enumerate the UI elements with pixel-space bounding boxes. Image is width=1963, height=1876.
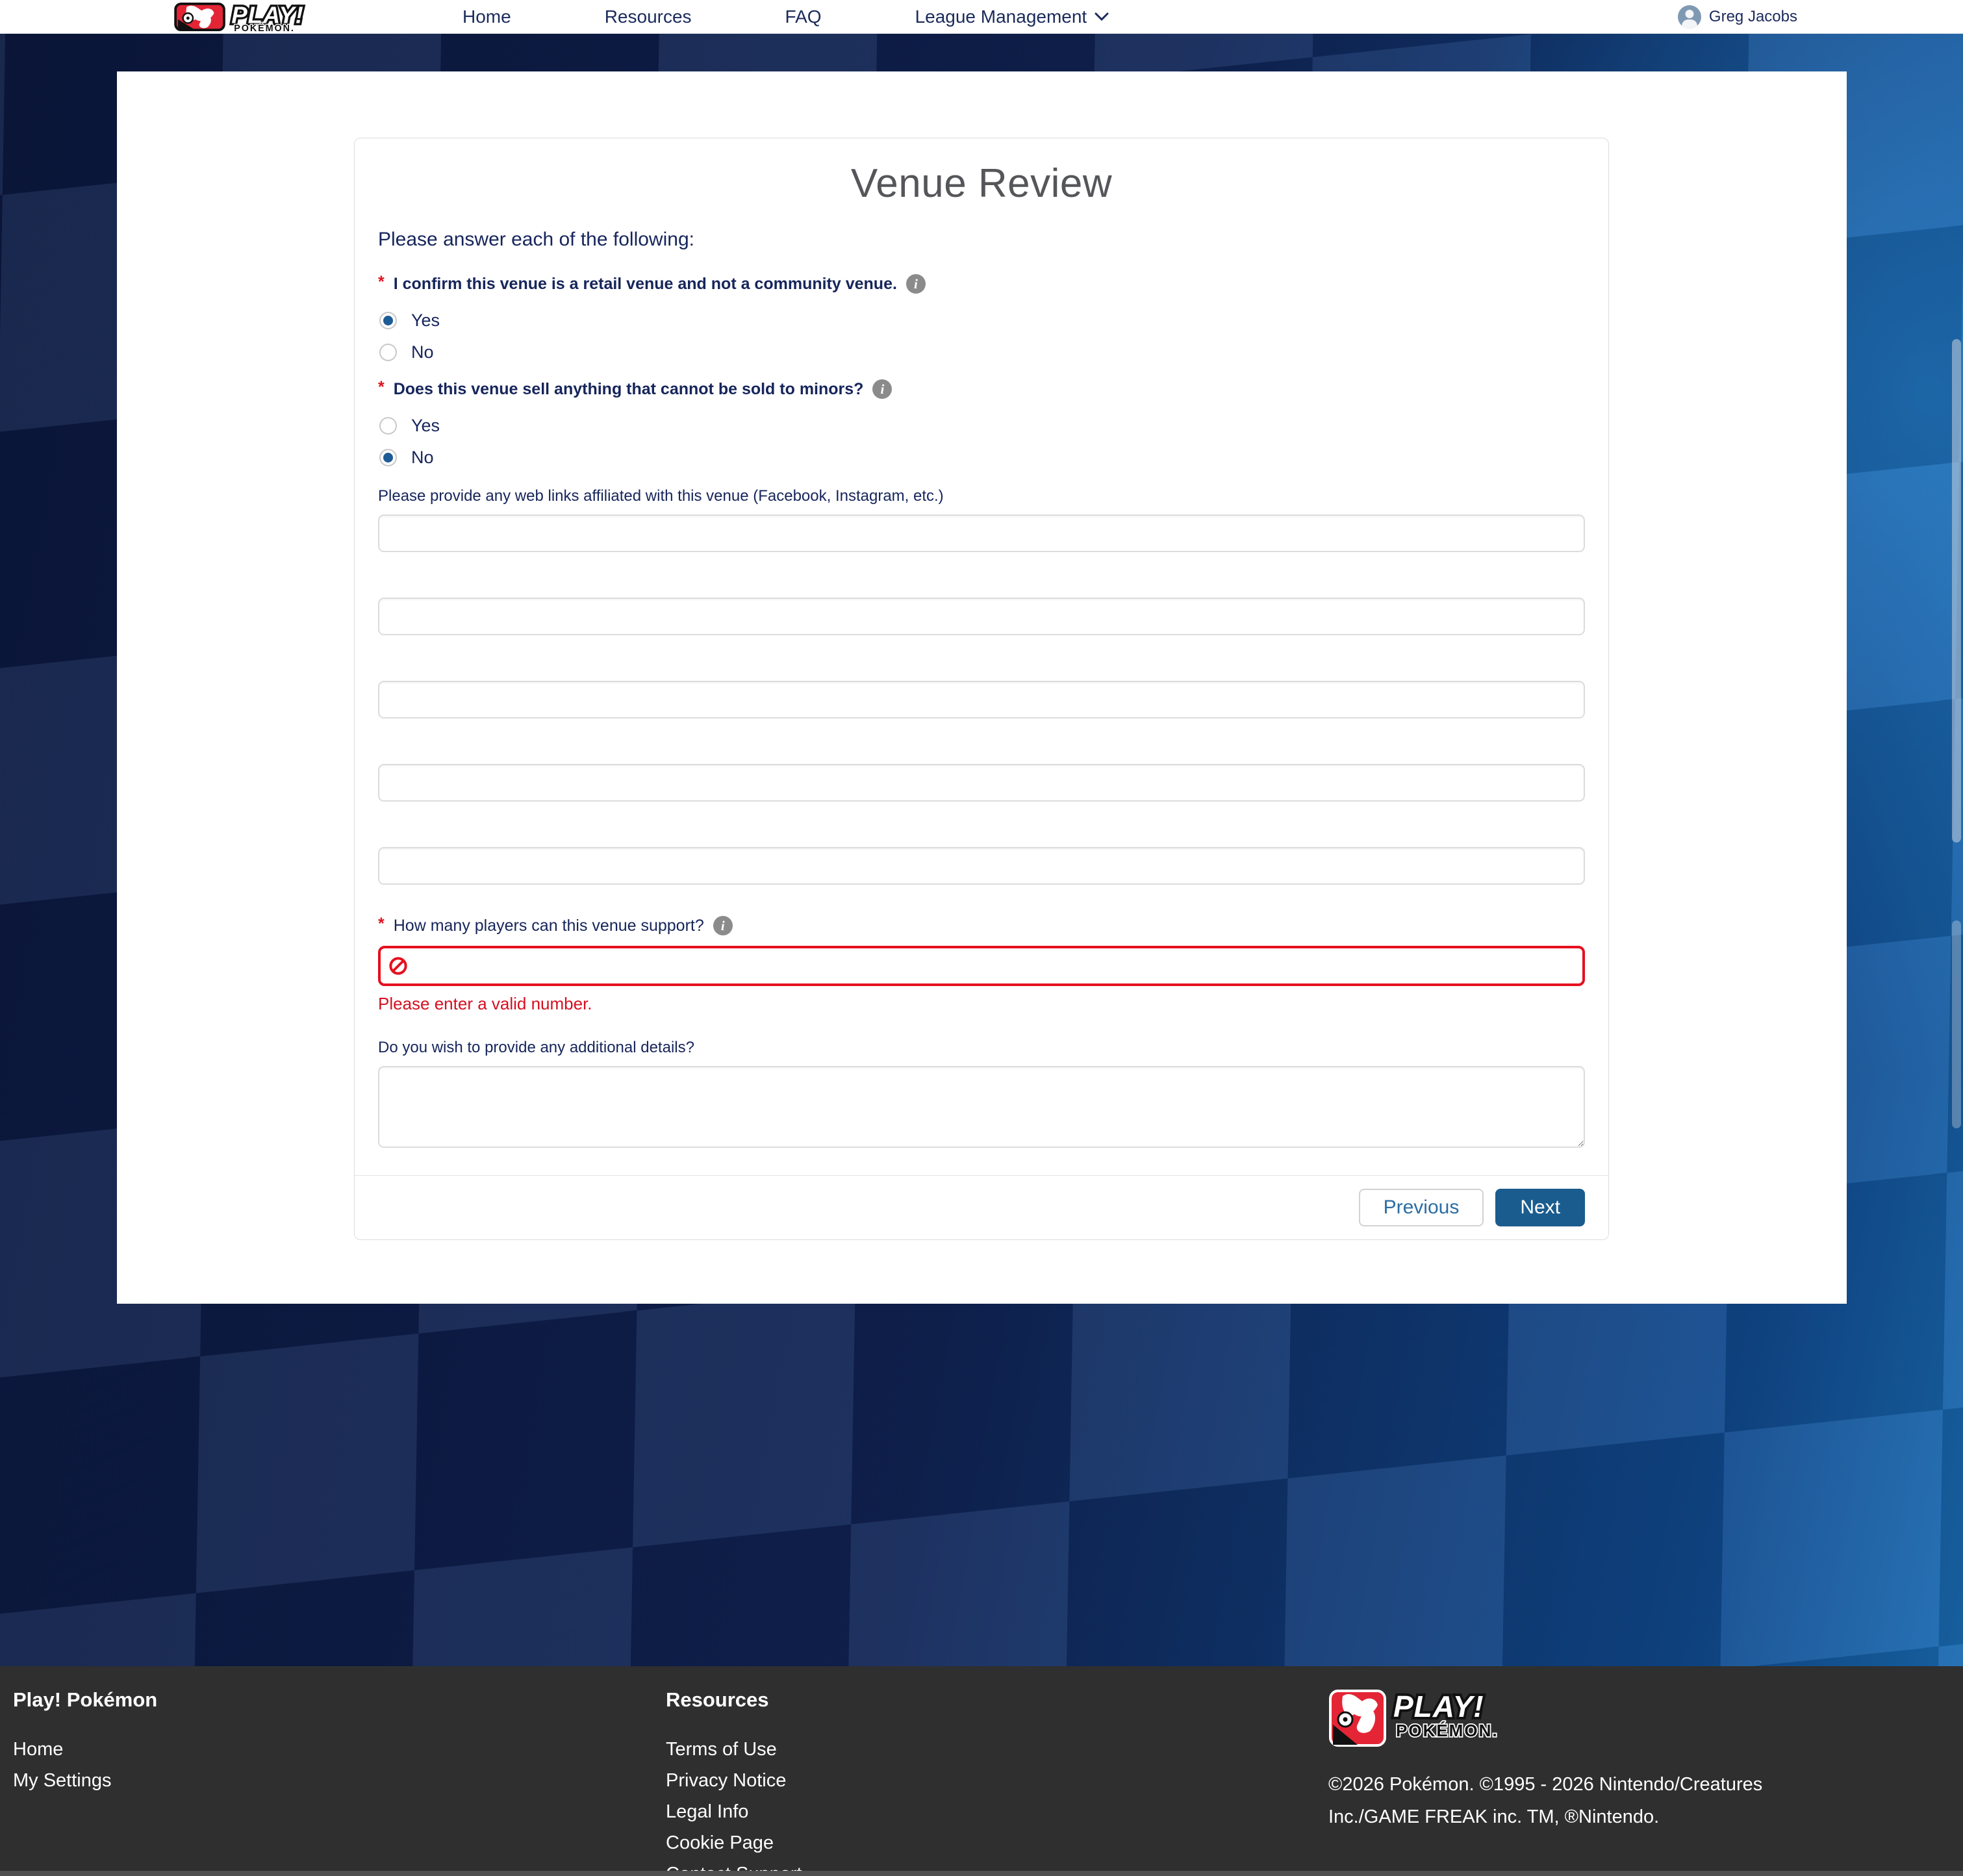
weblink-input-2[interactable] xyxy=(378,598,1585,635)
site-footer: Play! Pokémon Home My Settings Resources… xyxy=(0,1666,1963,1876)
footer-heading: Play! Pokémon xyxy=(13,1688,666,1712)
weblinks-section: Please provide any web links affiliated … xyxy=(378,487,1585,885)
main-nav: Home Resources FAQ League Management xyxy=(416,6,1156,27)
weblink-input-4[interactable] xyxy=(378,764,1585,802)
validation-error-message: Please enter a valid number. xyxy=(378,994,1585,1014)
radio-button[interactable] xyxy=(379,417,397,435)
footer-link-my-settings[interactable]: My Settings xyxy=(13,1765,666,1796)
chevron-down-icon xyxy=(1095,12,1109,21)
question-label: How many players can this venue support? xyxy=(394,917,704,935)
footer-link-terms[interactable]: Terms of Use xyxy=(666,1734,1328,1765)
svg-text:POKÉMON.: POKÉMON. xyxy=(1396,1721,1499,1740)
footer-column-play-pokemon: Play! Pokémon Home My Settings xyxy=(13,1688,666,1876)
weblink-input-1[interactable] xyxy=(378,514,1585,552)
question-sell-to-minors: * Does this venue sell anything that can… xyxy=(378,379,1585,468)
nav-faq[interactable]: FAQ xyxy=(739,6,868,27)
svg-text:PLAY!: PLAY! xyxy=(1393,1690,1484,1723)
radio-option-no[interactable]: No xyxy=(379,448,1585,468)
page-title: Venue Review xyxy=(378,160,1585,207)
radio-option-no[interactable]: No xyxy=(379,342,1585,362)
invalid-block-icon xyxy=(388,956,408,976)
checkered-background: Venue Review Please answer each of the f… xyxy=(0,34,1963,1666)
top-navbar: PLAY! POKÉMON. Home Resources FAQ League… xyxy=(0,0,1963,34)
vertical-scrollbar-thumb-secondary[interactable] xyxy=(1952,920,1961,1128)
required-asterisk: * xyxy=(378,378,385,397)
vertical-scrollbar-thumb[interactable] xyxy=(1952,339,1961,843)
details-textarea[interactable] xyxy=(378,1066,1585,1148)
radio-button[interactable] xyxy=(379,344,397,361)
info-icon[interactable]: i xyxy=(713,916,733,935)
radio-option-yes[interactable]: Yes xyxy=(379,416,1585,436)
nav-home[interactable]: Home xyxy=(416,6,558,27)
page-card: Venue Review Please answer each of the f… xyxy=(117,71,1847,1304)
weblink-input-3[interactable] xyxy=(378,681,1585,718)
radio-button-checked[interactable] xyxy=(379,312,397,329)
previous-button[interactable]: Previous xyxy=(1359,1189,1484,1226)
nav-resources[interactable]: Resources xyxy=(558,6,739,27)
question-player-capacity: * How many players can this venue suppor… xyxy=(378,916,1585,1014)
form-intro: Please answer each of the following: xyxy=(378,229,1585,251)
svg-text:POKÉMON.: POKÉMON. xyxy=(234,23,295,32)
player-capacity-input[interactable] xyxy=(378,946,1585,986)
details-label: Do you wish to provide any additional de… xyxy=(378,1039,1585,1057)
required-asterisk: * xyxy=(378,915,385,933)
radio-option-yes[interactable]: Yes xyxy=(379,311,1585,331)
question-label: Does this venue sell anything that canno… xyxy=(394,380,864,399)
footer-column-resources: Resources Terms of Use Privacy Notice Le… xyxy=(666,1688,1328,1876)
venue-review-form-card: Venue Review Please answer each of the f… xyxy=(354,138,1609,1240)
info-icon[interactable]: i xyxy=(906,274,926,294)
footer-heading: Resources xyxy=(666,1688,1328,1712)
question-retail-venue: * I confirm this venue is a retail venue… xyxy=(378,274,1585,362)
nav-league-management[interactable]: League Management xyxy=(868,6,1156,27)
user-avatar-icon xyxy=(1678,5,1701,29)
question-label: I confirm this venue is a retail venue a… xyxy=(394,275,897,294)
footer-column-brand: PLAY! POKÉMON. ©2026 Pokémon. ©1995 - 20… xyxy=(1328,1688,1913,1876)
play-pokemon-logo[interactable]: PLAY! POKÉMON. xyxy=(170,2,365,32)
bottom-scrollbar-track[interactable] xyxy=(0,1871,1963,1876)
footer-link-privacy[interactable]: Privacy Notice xyxy=(666,1765,1328,1796)
required-asterisk: * xyxy=(378,273,385,292)
footer-link-cookie[interactable]: Cookie Page xyxy=(666,1827,1328,1858)
radio-button-checked[interactable] xyxy=(379,449,397,466)
play-pokemon-footer-logo: PLAY! POKÉMON. xyxy=(1328,1688,1530,1748)
user-menu[interactable]: Greg Jacobs xyxy=(1678,5,1797,29)
footer-link-legal[interactable]: Legal Info xyxy=(666,1796,1328,1827)
info-icon[interactable]: i xyxy=(872,379,892,399)
weblink-input-5[interactable] xyxy=(378,847,1585,885)
weblinks-label: Please provide any web links affiliated … xyxy=(378,487,1585,505)
additional-details-section: Do you wish to provide any additional de… xyxy=(378,1039,1585,1148)
form-actions: Previous Next xyxy=(355,1175,1608,1239)
copyright-text: ©2026 Pokémon. ©1995 - 2026 Nintendo/Cre… xyxy=(1328,1768,1796,1833)
user-name: Greg Jacobs xyxy=(1709,8,1797,26)
play-pokemon-logo-icon: PLAY! POKÉMON. xyxy=(170,2,365,32)
next-button[interactable]: Next xyxy=(1495,1189,1585,1226)
footer-link-home[interactable]: Home xyxy=(13,1734,666,1765)
